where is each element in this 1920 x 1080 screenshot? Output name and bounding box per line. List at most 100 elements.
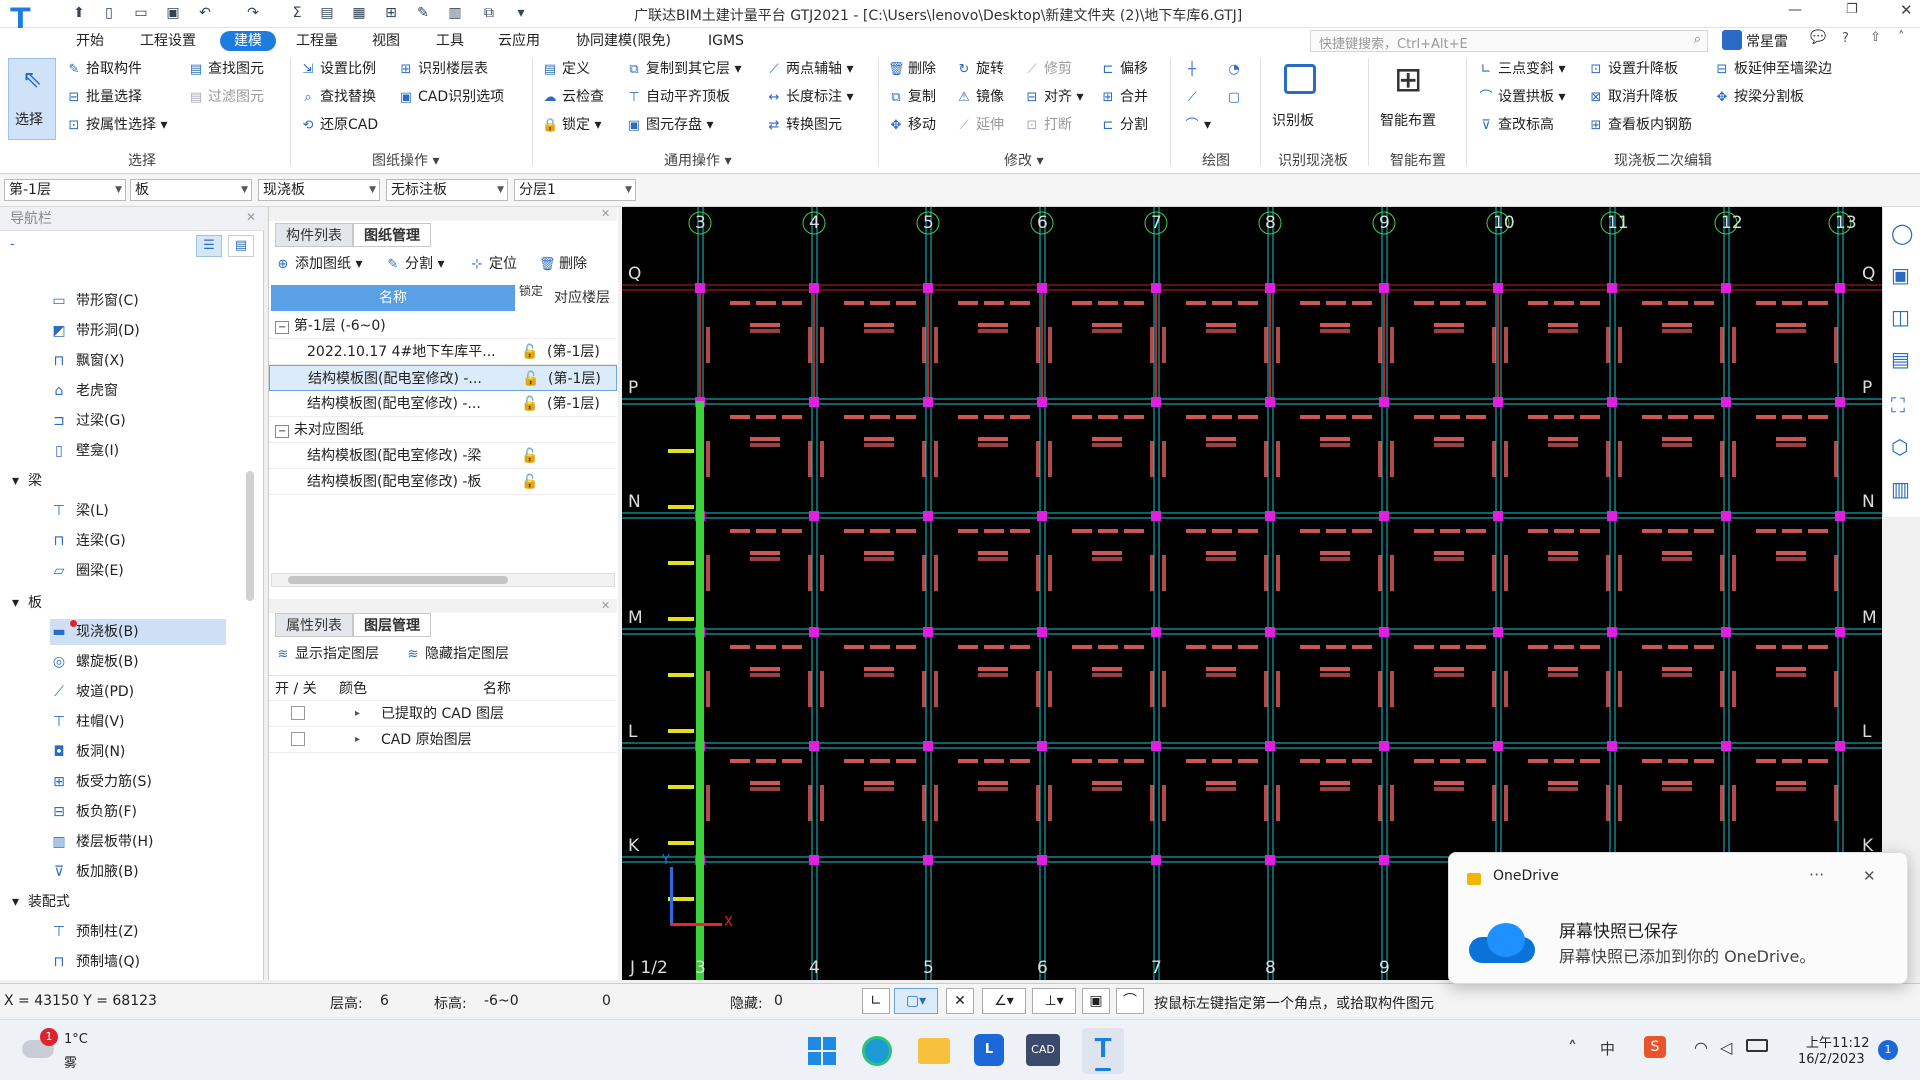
- rotate-button[interactable]: ↻ 旋转: [956, 58, 1004, 80]
- nav-category-prefab[interactable]: ▾ 装配式: [12, 890, 70, 914]
- list-view-icon[interactable]: ☰: [196, 235, 222, 257]
- collapse-ribbon-icon[interactable]: ˄: [1898, 30, 1905, 45]
- clock-date[interactable]: 16/2/2023: [1798, 1052, 1865, 1067]
- type-select[interactable]: 板 ▼: [130, 179, 252, 201]
- set-raise-lower-button[interactable]: ⊡ 设置升降板: [1588, 58, 1678, 80]
- length-dimension-button[interactable]: ↔ 长度标注 ▾: [766, 86, 854, 108]
- cloud-check-button[interactable]: ☁ 云检查: [542, 86, 605, 108]
- volume-icon[interactable]: ◁: [1720, 1038, 1732, 1057]
- tray-chevron-icon[interactable]: ˄: [1568, 1038, 1577, 1059]
- nav-collapse-icon[interactable]: -: [10, 237, 15, 252]
- drawing-group-row[interactable]: − 第-1层 (-6~0): [269, 313, 617, 339]
- panel-close-icon[interactable]: ✕: [601, 207, 610, 220]
- notification-badge[interactable]: 1: [1878, 1040, 1898, 1060]
- lock-icon[interactable]: 🔓: [521, 443, 538, 469]
- header-name[interactable]: 名称: [271, 285, 515, 311]
- sum-icon[interactable]: Σ: [288, 4, 306, 22]
- nav-item-bay-window[interactable]: ⊓ 飘窗(X): [50, 349, 125, 373]
- mirror-button[interactable]: ⚠ 镜像: [956, 86, 1004, 108]
- define-button[interactable]: ▤ 定义: [542, 58, 590, 80]
- nav-category-beam[interactable]: ▾ 梁: [12, 469, 42, 493]
- save-icon[interactable]: ▣: [164, 4, 182, 22]
- drawing-row[interactable]: 2022.10.17 4#地下车库平... 🔓 (第-1层): [269, 339, 617, 365]
- ortho-icon[interactable]: ∟: [862, 988, 890, 1014]
- nav-item-slab-neg-rebar[interactable]: ⊟ 板负筋(F): [50, 800, 137, 824]
- select-by-property-button[interactable]: ⊡ 按属性选择 ▾: [66, 114, 168, 136]
- expand-icon[interactable]: ▸: [355, 727, 360, 753]
- dynamic-observe-icon[interactable]: ◯: [1891, 221, 1913, 245]
- set-scale-button[interactable]: ⇲ 设置比例: [300, 58, 376, 80]
- detail-view-icon[interactable]: ▤: [228, 235, 254, 257]
- menu-modeling[interactable]: 建模: [220, 31, 276, 51]
- grid-icon[interactable]: ▦: [350, 4, 368, 22]
- extend-button[interactable]: ⟋ 延伸: [956, 114, 1004, 136]
- line-draw-button[interactable]: ⟋: [1184, 86, 1204, 108]
- lock-icon[interactable]: 🔓: [522, 366, 539, 392]
- header-lock[interactable]: 锁定: [517, 285, 545, 311]
- nav-item-prefab-wall[interactable]: ⊓ 预制墙(Q): [50, 950, 140, 974]
- delete-button[interactable]: 🗑 删除: [888, 58, 936, 80]
- cancel-raise-lower-button[interactable]: ⊠ 取消升降板: [1588, 86, 1678, 108]
- cube-view-icon[interactable]: ◫: [1891, 305, 1910, 329]
- nav-item-ring-beam[interactable]: ▱ 圈梁(E): [50, 559, 124, 583]
- nav-item-coupling-beam[interactable]: ⊓ 连梁(G): [50, 529, 126, 553]
- nav-item-slab-haunch[interactable]: ⊽ 板加腋(B): [50, 860, 139, 884]
- quick-access-dropdown-icon[interactable]: ▾: [512, 4, 530, 22]
- merge-button[interactable]: ⊞ 合并: [1100, 86, 1148, 108]
- menu-view[interactable]: 视图: [364, 31, 408, 51]
- display-icon[interactable]: ▣: [1082, 988, 1110, 1014]
- collapse-icon[interactable]: −: [275, 425, 290, 438]
- edit-icon[interactable]: ✎: [414, 4, 432, 22]
- nav-item-beam[interactable]: ⊤ 梁(L): [50, 499, 109, 523]
- clock-time[interactable]: 上午11:12: [1806, 1032, 1869, 1051]
- three-point-slope-button[interactable]: ∟ 三点变斜 ▾: [1478, 58, 1566, 80]
- tab-property-list[interactable]: 属性列表: [275, 613, 353, 637]
- upgrade-icon[interactable]: ⇧: [1870, 30, 1881, 45]
- nav-item-prefab-column[interactable]: ⊤ 预制柱(Z): [50, 920, 139, 944]
- arc-mode-icon[interactable]: ⌒: [1116, 988, 1144, 1014]
- menu-cloud[interactable]: 云应用: [490, 31, 548, 51]
- message-icon[interactable]: 💬: [1810, 30, 1826, 45]
- split-drawing-button[interactable]: ✎ 分割 ▾: [385, 253, 445, 275]
- show-layer-button[interactable]: ≋ 显示指定图层: [275, 643, 379, 665]
- new-file-icon[interactable]: ⬆: [70, 4, 88, 22]
- file-explorer-icon[interactable]: [918, 1038, 950, 1064]
- offset-input-icon[interactable]: ⊥▾: [1032, 988, 1076, 1014]
- menu-tools[interactable]: 工具: [428, 31, 472, 51]
- layer-toggle-checkbox[interactable]: [291, 706, 305, 720]
- select-big-button[interactable]: ⇖ 选择: [8, 58, 56, 140]
- ime-icon[interactable]: 中: [1600, 1038, 1615, 1059]
- copy-icon[interactable]: ⧉: [480, 4, 498, 22]
- table-icon[interactable]: ▥: [446, 4, 464, 22]
- onedrive-notification[interactable]: OneDrive ··· ✕ 屏幕快照已保存 屏幕快照已添加到你的 OneDri…: [1448, 852, 1908, 984]
- extend-to-wall-button[interactable]: ⊟ 板延伸至墙梁边: [1714, 58, 1832, 80]
- drawing-row[interactable]: 结构模板图(配电室修改) -梁 🔓: [269, 443, 617, 469]
- wifi-icon[interactable]: ◠: [1694, 1038, 1708, 1057]
- layer-select[interactable]: 分层1 ▼: [514, 179, 636, 201]
- filter-element-button[interactable]: ▤ 过滤图元: [188, 86, 264, 108]
- cad-app-icon[interactable]: CAD: [1026, 1034, 1060, 1066]
- recognize-floor-table-button[interactable]: ⊞ 识别楼层表: [398, 58, 488, 80]
- nav-scrollbar[interactable]: [246, 471, 254, 601]
- hide-layer-button[interactable]: ≋ 隐藏指定图层: [405, 643, 509, 665]
- expand-icon[interactable]: ▸: [355, 701, 360, 727]
- search-icon[interactable]: ⌕: [1694, 32, 1701, 47]
- mark-select[interactable]: 无标注板 ▼: [386, 179, 508, 201]
- lock-button[interactable]: 🔒 锁定 ▾: [542, 114, 601, 136]
- help-icon[interactable]: ?: [1842, 31, 1849, 46]
- lock-icon[interactable]: 🔓: [521, 339, 538, 365]
- menu-igms[interactable]: IGMS: [700, 31, 752, 51]
- offset-button[interactable]: ⊏ 偏移: [1100, 58, 1148, 80]
- floor-select[interactable]: 第-1层 ▼: [4, 179, 126, 201]
- group-label-common[interactable]: 通用操作 ▾: [664, 150, 731, 170]
- nav-item-slab-hole[interactable]: ◘ 板洞(N): [50, 740, 125, 764]
- split-button[interactable]: ⊏ 分割: [1100, 114, 1148, 136]
- point-draw-button[interactable]: ┼: [1184, 58, 1204, 80]
- horizontal-scrollbar[interactable]: [271, 573, 615, 587]
- close-button[interactable]: ✕: [1900, 1, 1913, 19]
- layer-row[interactable]: ▸ 已提取的 CAD 图层: [269, 701, 617, 727]
- menu-collab[interactable]: 协同建模(限免): [568, 31, 679, 51]
- add-drawing-button[interactable]: ⊕ 添加图纸 ▾: [275, 253, 363, 275]
- nav-close-icon[interactable]: ✕: [246, 210, 256, 224]
- undo-icon[interactable]: ↶: [196, 4, 214, 22]
